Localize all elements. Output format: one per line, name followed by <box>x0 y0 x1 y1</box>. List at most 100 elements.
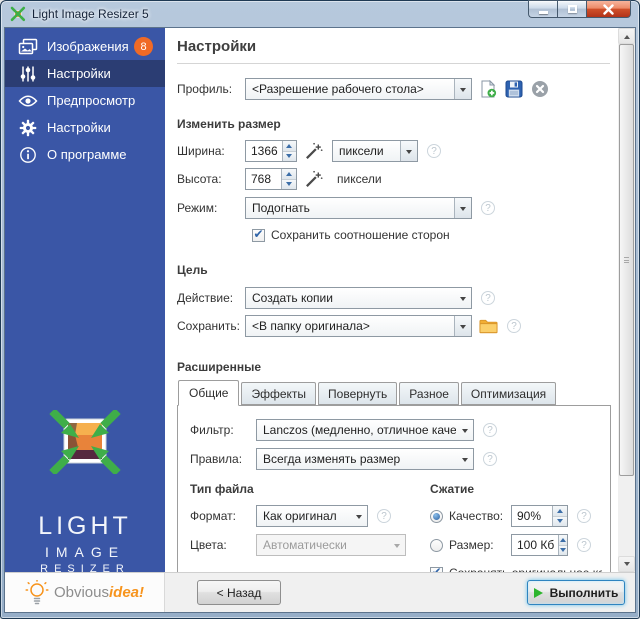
keep-ratio-checkbox[interactable] <box>252 228 265 242</box>
height-wand-button[interactable] <box>303 169 323 189</box>
quality-spinner: 90% <box>511 505 568 527</box>
size-spin-down[interactable] <box>559 545 567 555</box>
settings-page: Настройки Профиль: <Разрешение рабочего … <box>165 28 635 572</box>
mode-select[interactable]: Подогнать <box>245 197 472 219</box>
new-profile-button[interactable] <box>478 79 498 99</box>
sidebar-item-preview[interactable]: Предпросмотр <box>5 87 165 114</box>
chevron-down-icon <box>459 296 466 304</box>
size-radio[interactable] <box>430 538 443 552</box>
units-select[interactable]: пиксели <box>332 140 418 162</box>
filter-select[interactable]: Lanczos (медленно, отличное качество) <box>256 419 474 441</box>
delete-icon <box>532 81 548 97</box>
logo-text-image: IMAGE <box>44 544 126 560</box>
sidebar-item-settings-app[interactable]: Настройки <box>5 114 165 141</box>
format-select[interactable]: Как оригинал <box>256 505 368 527</box>
scroll-up-button[interactable] <box>618 28 635 44</box>
action-select-arrow[interactable] <box>454 288 471 308</box>
images-count-badge: 8 <box>134 37 153 56</box>
chevron-down-icon <box>461 428 468 436</box>
maximize-button[interactable] <box>557 0 586 18</box>
keep-original-checkbox[interactable] <box>430 566 443 572</box>
sidebar-item-images[interactable]: Изображения 8 <box>5 33 165 60</box>
minimize-button[interactable] <box>528 0 557 18</box>
size-input[interactable]: 100 Кб <box>512 535 558 555</box>
save-to-label: Сохранить: <box>177 319 240 333</box>
profile-select-arrow[interactable] <box>454 79 471 99</box>
filter-help-icon[interactable] <box>483 423 497 437</box>
save-to-help-icon[interactable] <box>507 319 521 333</box>
quality-label: Качество: <box>449 509 504 523</box>
folder-icon <box>478 319 498 334</box>
delete-profile-button[interactable] <box>530 79 550 99</box>
filetype-header: Тип файла <box>190 482 254 496</box>
advanced-tabs: Общие Эффекты Повернуть Разное Оптимизац… <box>178 380 618 406</box>
action-help-icon[interactable] <box>481 291 495 305</box>
general-tab-panel: Фильтр: Lanczos (медленно, отличное каче… <box>177 405 611 572</box>
filter-select-arrow[interactable] <box>456 420 473 440</box>
width-wand-button[interactable] <box>303 141 323 161</box>
tab-effects[interactable]: Эффекты <box>241 382 317 405</box>
width-spin-up[interactable] <box>282 141 296 152</box>
size-spin-up[interactable] <box>559 535 567 546</box>
width-help-icon[interactable] <box>427 144 441 158</box>
save-profile-button[interactable] <box>504 79 524 99</box>
rules-select[interactable]: Всегда изменять размер <box>256 448 474 470</box>
scrollbar-thumb[interactable] <box>619 44 634 476</box>
sidebar-item-settings-profile[interactable]: Настройки <box>5 60 165 87</box>
height-spin-up[interactable] <box>282 169 296 180</box>
units-select-arrow[interactable] <box>400 141 417 161</box>
title-divider <box>177 63 610 64</box>
scroll-down-button[interactable] <box>618 556 635 572</box>
sidebar-item-about[interactable]: О программе <box>5 141 165 168</box>
tab-rotate[interactable]: Повернуть <box>318 382 398 405</box>
window-title: Light Image Resizer 5 <box>32 7 149 21</box>
action-select[interactable]: Создать копии <box>245 287 472 309</box>
save-to-select-arrow[interactable] <box>454 316 471 336</box>
tab-misc[interactable]: Разное <box>399 382 459 405</box>
sidebar-item-label: Предпросмотр <box>47 93 136 108</box>
browse-folder-button[interactable] <box>478 316 498 336</box>
rules-label: Правила: <box>190 452 243 466</box>
tab-optimization[interactable]: Оптимизация <box>460 382 557 405</box>
save-to-select[interactable]: <В папку оригинала> <box>245 315 472 337</box>
profile-select[interactable]: <Разрешение рабочего стола> <box>245 78 472 100</box>
quality-spin-up[interactable] <box>553 506 567 517</box>
maximize-icon <box>567 5 577 13</box>
rules-select-arrow[interactable] <box>456 449 473 469</box>
format-help-icon[interactable] <box>377 509 391 523</box>
height-spin-down[interactable] <box>282 179 296 189</box>
chevron-down-icon <box>393 543 400 551</box>
format-select-arrow[interactable] <box>350 506 367 526</box>
height-input[interactable]: 768 <box>246 169 281 189</box>
close-button[interactable] <box>586 0 631 18</box>
chevron-down-icon <box>461 457 468 465</box>
magic-wand-icon <box>305 170 323 187</box>
vertical-scrollbar[interactable] <box>618 28 635 572</box>
colors-label: Цвета: <box>190 538 227 552</box>
rules-help-icon[interactable] <box>483 452 497 466</box>
logo-text-resizer: RESIZER <box>40 563 130 575</box>
tab-general[interactable]: Общие <box>178 380 240 406</box>
quality-help-icon[interactable] <box>577 509 591 523</box>
chevron-down-icon <box>460 206 466 214</box>
back-button[interactable]: < Назад <box>197 580 281 605</box>
save-icon <box>505 80 523 98</box>
sidebar-item-label: Изображения <box>47 39 129 54</box>
width-input[interactable]: 1366 <box>246 141 282 161</box>
quality-radio[interactable] <box>430 509 443 523</box>
action-label: Действие: <box>177 291 234 305</box>
quality-input[interactable]: 90% <box>512 506 552 526</box>
quality-spin-down[interactable] <box>553 516 567 526</box>
chevron-up-icon <box>623 32 630 39</box>
width-spinner: 1366 <box>245 140 297 162</box>
sidebar-item-label: О программе <box>47 147 127 162</box>
chevron-down-icon <box>623 561 630 569</box>
colors-select: Автоматически <box>256 534 406 556</box>
mode-help-icon[interactable] <box>481 201 495 215</box>
title-bar[interactable]: Light Image Resizer 5 <box>4 0 636 27</box>
size-help-icon[interactable] <box>577 538 591 552</box>
new-profile-icon <box>481 80 497 98</box>
run-button[interactable]: Выполнить <box>527 580 625 605</box>
width-spin-down[interactable] <box>282 151 296 161</box>
mode-select-arrow[interactable] <box>454 198 471 218</box>
